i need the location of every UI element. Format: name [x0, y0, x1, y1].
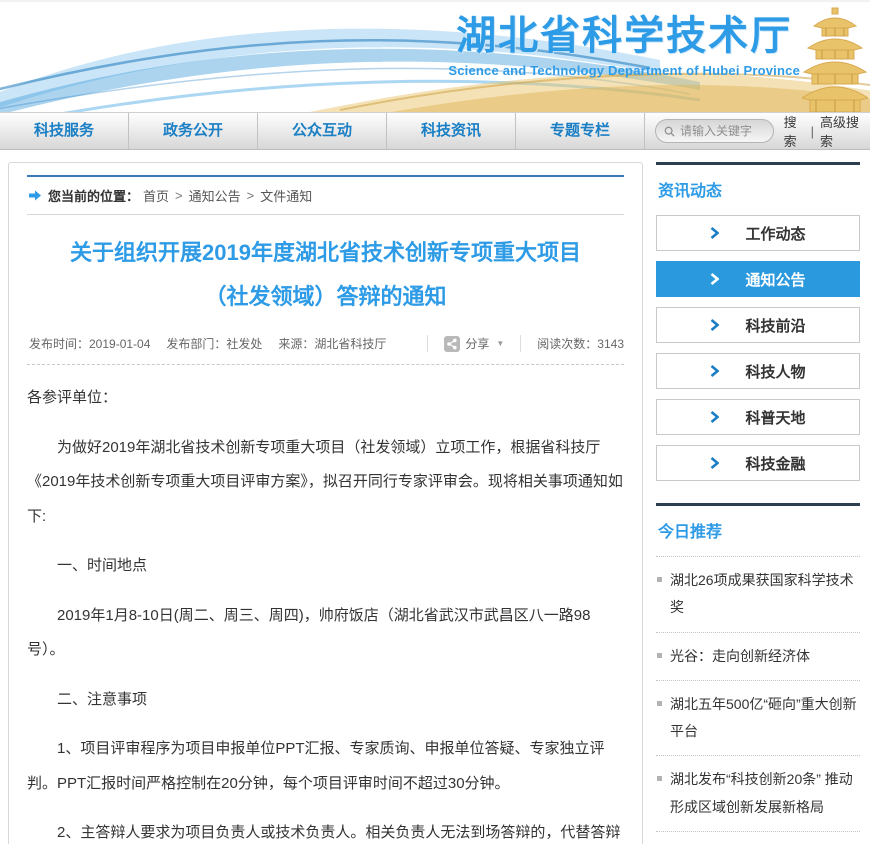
- sidebar-item-label: 科技人物: [745, 361, 805, 382]
- sidebar: 资讯动态 工作动态 通知公告 科技前沿: [656, 162, 860, 844]
- site-title: 湖北省科学技术厅: [448, 10, 800, 62]
- search-icon: [664, 125, 675, 138]
- search-button[interactable]: 搜索: [784, 112, 805, 150]
- sidebar-item-label: 科技前沿: [745, 315, 805, 336]
- breadcrumb-separator: >: [175, 188, 183, 203]
- chevron-right-icon: [710, 227, 719, 239]
- main-content-box: 您当前的位置： 首页 > 通知公告 > 文件通知 关于组织开展2019年度湖北省…: [8, 162, 643, 844]
- news-nav-title: 资讯动态: [658, 177, 860, 201]
- sidebar-item-work-news[interactable]: 工作动态: [656, 215, 860, 251]
- paragraph-heading-2: 二、注意事项: [27, 683, 624, 718]
- breadcrumb-home-link[interactable]: 首页: [143, 186, 169, 205]
- sidebar-item-tech-frontier[interactable]: 科技前沿: [656, 307, 860, 343]
- article-body: 各参评单位： 为做好2019年湖北省技术创新专项重大项目（社发领域）立项工作，根…: [27, 365, 624, 844]
- share-button[interactable]: 分享 ▼: [427, 335, 520, 352]
- arrow-right-icon: [29, 190, 42, 201]
- article-meta-left: 发布时间：2019-01-04 发布部门：社发处 来源：湖北省科技厅: [29, 335, 427, 352]
- chevron-right-icon: [710, 365, 719, 377]
- read-count: 阅读次数：3143: [520, 335, 624, 352]
- article-title: 关于组织开展2019年度湖北省技术创新专项重大项目（社发领域）答辩的通知: [53, 231, 598, 319]
- chevron-right-icon: [710, 273, 719, 285]
- recommend-title: 今日推荐: [658, 518, 860, 542]
- sidebar-item-tech-figures[interactable]: 科技人物: [656, 353, 860, 389]
- pagoda-logo-icon: [802, 6, 868, 112]
- article-source: 来源：湖北省科技厅: [278, 335, 386, 352]
- recommend-item[interactable]: 光谷：走向创新经济体: [656, 633, 860, 681]
- content-area: 您当前的位置： 首页 > 通知公告 > 文件通知 关于组织开展2019年度湖北省…: [0, 150, 870, 844]
- recommend-item[interactable]: 湖北26项成果获国家科学技术奖: [656, 557, 860, 633]
- nav-item-tech-services[interactable]: 科技服务: [0, 113, 129, 149]
- recommend-item[interactable]: 湖北五年500亿“砸向”重大创新平台: [656, 681, 860, 757]
- main-nav: 科技服务 政务公开 公众互动 科技资讯 专题专栏 搜索 | 高级搜索: [0, 112, 870, 150]
- page: 湖北省科学技术厅 Science and Technology Departme…: [0, 0, 870, 844]
- breadcrumb-wrap: 您当前的位置： 首页 > 通知公告 > 文件通知: [27, 175, 624, 215]
- nav-item-special-topics[interactable]: 专题专栏: [516, 113, 645, 149]
- site-subtitle: Science and Technology Department of Hub…: [448, 63, 800, 78]
- site-header: 湖北省科学技术厅 Science and Technology Departme…: [0, 0, 870, 112]
- publish-department: 发布部门：社发处: [166, 335, 262, 352]
- search-input[interactable]: [680, 124, 765, 138]
- recommend-list: 湖北26项成果获国家科学技术奖 光谷：走向创新经济体 湖北五年500亿“砸向”重…: [656, 556, 860, 844]
- recommend-widget: 今日推荐 湖北26项成果获国家科学技术奖 光谷：走向创新经济体 湖北五年500亿…: [656, 503, 860, 844]
- sidebar-item-label: 工作动态: [745, 223, 805, 244]
- recommend-item[interactable]: 湖北发布“科技创新20条” 推动形成区域创新发展新格局: [656, 756, 860, 832]
- paragraph-intro: 为做好2019年湖北省技术创新专项重大项目（社发领域）立项工作，根据省科技厅《2…: [27, 431, 624, 535]
- search-divider: |: [811, 124, 814, 139]
- paragraph-salutation: 各参评单位：: [27, 381, 624, 416]
- sidebar-item-notices[interactable]: 通知公告: [656, 261, 860, 297]
- share-caret-icon: ▼: [496, 339, 504, 348]
- advanced-search-link[interactable]: 高级搜索: [820, 112, 862, 150]
- breadcrumb: 您当前的位置： 首页 > 通知公告 > 文件通知: [27, 177, 624, 215]
- breadcrumb-label: 您当前的位置：: [48, 186, 139, 205]
- search-box[interactable]: [655, 119, 774, 143]
- paragraph-note-1: 1、项目评审程序为项目申报单位PPT汇报、专家质询、申报单位答疑、专家独立评判。…: [27, 732, 624, 801]
- news-nav-widget: 资讯动态 工作动态 通知公告 科技前沿: [656, 162, 860, 481]
- publish-time: 发布时间：2019-01-04: [29, 335, 150, 352]
- share-label: 分享: [465, 335, 489, 352]
- sidebar-item-tech-finance[interactable]: 科技金融: [656, 445, 860, 481]
- breadcrumb-notices-link[interactable]: 通知公告: [189, 186, 241, 205]
- nav-item-public-interaction[interactable]: 公众互动: [258, 113, 387, 149]
- chevron-right-icon: [710, 457, 719, 469]
- nav-item-tech-news[interactable]: 科技资讯: [387, 113, 516, 149]
- breadcrumb-separator: >: [247, 188, 255, 203]
- sidebar-item-science-popularization[interactable]: 科普天地: [656, 399, 860, 435]
- nav-search-area: 搜索 | 高级搜索: [645, 113, 870, 149]
- nav-item-gov-info[interactable]: 政务公开: [129, 113, 258, 149]
- article-meta: 发布时间：2019-01-04 发布部门：社发处 来源：湖北省科技厅 分享 ▼: [27, 325, 624, 365]
- search-links: 搜索 | 高级搜索: [784, 112, 862, 150]
- sidebar-item-label: 科技金融: [745, 453, 805, 474]
- sidebar-item-label: 科普天地: [745, 407, 805, 428]
- paragraph-time-place: 2019年1月8-10日(周二、周三、周四)，帅府饭店（湖北省武汉市武昌区八一路…: [27, 599, 624, 668]
- share-icon: [444, 336, 460, 352]
- chevron-right-icon: [710, 319, 719, 331]
- chevron-right-icon: [710, 411, 719, 423]
- sidebar-item-label: 通知公告: [745, 269, 805, 290]
- site-brand: 湖北省科学技术厅 Science and Technology Departme…: [448, 10, 800, 78]
- paragraph-heading-1: 一、时间地点: [27, 549, 624, 584]
- recommend-item[interactable]: 我省发布“科技创新20条”，未来四年每年100亿支持重大项目: [656, 832, 860, 844]
- breadcrumb-file-notice-link[interactable]: 文件通知: [260, 186, 312, 205]
- paragraph-note-2: 2、主答辩人要求为项目负责人或技术负责人。相关负责人无法到场答辩的，代替答辩者须…: [27, 816, 624, 844]
